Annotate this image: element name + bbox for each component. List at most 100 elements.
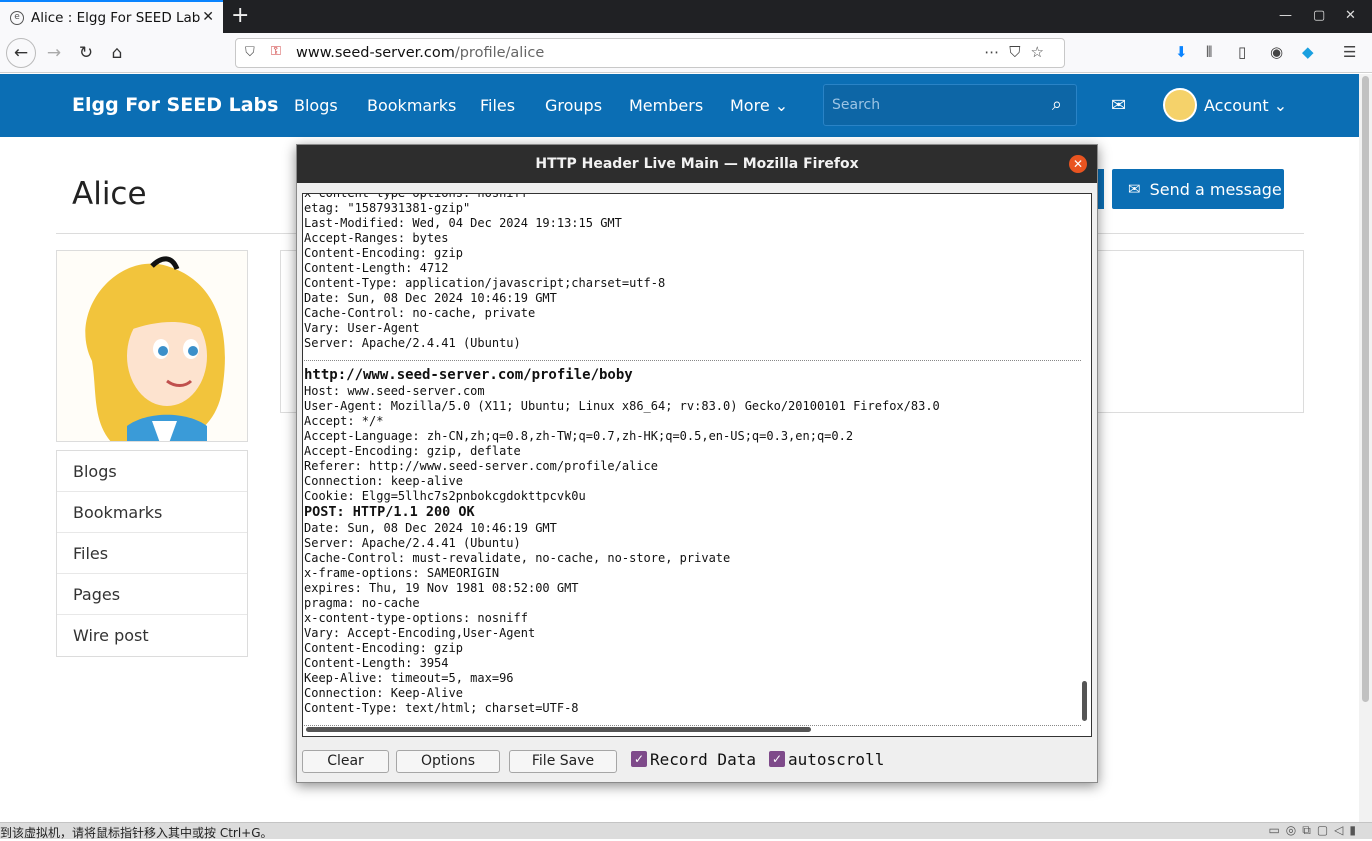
hamburger-menu-icon[interactable]: ☰ bbox=[1343, 43, 1356, 61]
menu-blogs[interactable]: Blogs bbox=[294, 96, 338, 115]
alice-avatar-image bbox=[57, 251, 247, 441]
response-header-line: x-frame-options: SAMEORIGIN bbox=[304, 566, 500, 580]
page-scrollbar-thumb[interactable] bbox=[1362, 76, 1369, 702]
vm-status-bar: 到该虚拟机，请将鼠标指针移入其中或按 Ctrl+G。 ▭◎⧉▢◁▮ bbox=[0, 822, 1372, 840]
response-header-line: Connection: Keep-Alive bbox=[304, 686, 463, 700]
close-window-icon[interactable]: ✕ bbox=[1345, 8, 1356, 23]
header-log-content: x-content-type-options: nosniff etag: "15… bbox=[303, 193, 1091, 731]
menu-files[interactable]: Files bbox=[480, 96, 515, 115]
page-actions[interactable]: ⋯⛉☆ bbox=[984, 43, 1054, 61]
extension-icon[interactable]: ◆ bbox=[1302, 43, 1314, 61]
search-input[interactable]: Search ⌕ bbox=[823, 84, 1077, 126]
response-header-line: Content-Encoding: gzip bbox=[304, 246, 463, 260]
response-status: POST: HTTP/1.1 200 OK bbox=[304, 504, 475, 520]
response-header-line: Keep-Alive: timeout=5, max=96 bbox=[304, 671, 514, 685]
side-menu-blogs[interactable]: Blogs bbox=[57, 451, 247, 492]
pocket-icon[interactable]: ⛉ bbox=[1009, 43, 1030, 61]
record-data-checkbox[interactable]: ✓ bbox=[631, 751, 647, 767]
home-button[interactable]: ⌂ bbox=[104, 40, 130, 66]
reload-button[interactable]: ↻ bbox=[73, 40, 99, 66]
tracking-protection-shield-icon[interactable]: ⛉ bbox=[245, 45, 255, 60]
profile-side-menu: Blogs Bookmarks Files Pages Wire post bbox=[56, 450, 248, 657]
maximize-window-icon[interactable]: ▢ bbox=[1313, 8, 1325, 23]
response-header-line: pragma: no-cache bbox=[304, 596, 420, 610]
back-button[interactable]: ← bbox=[6, 38, 36, 68]
tab-title: Alice : Elgg For SEED Labs bbox=[31, 9, 201, 26]
response-header-line: etag: "1587931381-gzip" bbox=[304, 201, 471, 215]
log-separator bbox=[304, 716, 1081, 726]
user-avatar[interactable] bbox=[1163, 88, 1197, 122]
response-header-line: Accept-Ranges: bytes bbox=[304, 231, 449, 245]
autoscroll-checkbox[interactable]: ✓ bbox=[769, 751, 785, 767]
response-header-line: Cache-Control: no-cache, private bbox=[304, 306, 536, 320]
account-icon[interactable]: ◉ bbox=[1270, 43, 1283, 61]
downloads-icon[interactable]: ⬇ bbox=[1175, 43, 1188, 61]
address-bar[interactable]: ⛉ ⚿ www.seed-server.com/profile/alice ⋯⛉… bbox=[235, 38, 1065, 68]
side-menu-bookmarks[interactable]: Bookmarks bbox=[57, 492, 247, 533]
response-header-line: Content-Type: application/javascript;cha… bbox=[304, 276, 666, 290]
clear-button[interactable]: Clear bbox=[302, 750, 389, 773]
side-menu-files[interactable]: Files bbox=[57, 533, 247, 574]
response-header-line: Server: Apache/2.4.41 (Ubuntu) bbox=[304, 536, 521, 550]
request-header-line: Connection: keep-alive bbox=[304, 474, 463, 488]
header-log-area[interactable]: x-content-type-options: nosniff etag: "15… bbox=[302, 193, 1092, 737]
log-vertical-scrollbar[interactable] bbox=[1082, 681, 1087, 721]
response-header-line: Date: Sun, 08 Dec 2024 10:46:19 GMT bbox=[304, 291, 557, 305]
response-header-line: expires: Thu, 19 Nov 1981 08:52:00 GMT bbox=[304, 581, 579, 595]
site-brand[interactable]: Elgg For SEED Labs bbox=[72, 94, 278, 116]
send-message-label: Send a message bbox=[1149, 179, 1282, 199]
vm-device-icons[interactable]: ▭◎⧉▢◁▮ bbox=[1268, 823, 1362, 838]
menu-groups[interactable]: Groups bbox=[545, 96, 602, 115]
tab-strip: e Alice : Elgg For SEED Labs ✕ + — ▢ ✕ bbox=[0, 0, 1372, 33]
search-icon[interactable]: ⌕ bbox=[1052, 94, 1062, 115]
popup-title: HTTP Header Live Main — Mozilla Firefox bbox=[297, 145, 1097, 183]
minimize-window-icon[interactable]: — bbox=[1279, 8, 1292, 23]
log-horizontal-scrollbar[interactable] bbox=[306, 727, 811, 732]
bookmark-star-icon[interactable]: ☆ bbox=[1031, 43, 1054, 61]
search-placeholder: Search bbox=[832, 97, 881, 113]
page-title: Alice bbox=[72, 176, 147, 212]
forward-button[interactable]: → bbox=[41, 40, 67, 66]
autoscroll-label: autoscroll bbox=[788, 750, 885, 769]
sidebar-toggle-icon[interactable]: ▯ bbox=[1238, 43, 1246, 61]
request-header-line: Accept-Language: zh-CN,zh;q=0.8,zh-TW;q=… bbox=[304, 429, 854, 443]
navigation-toolbar: ← → ↻ ⌂ ⛉ ⚿ www.seed-server.com/profile/… bbox=[0, 33, 1372, 73]
library-icon[interactable]: ⫴ bbox=[1206, 43, 1212, 61]
url-path: /profile/alice bbox=[454, 45, 545, 61]
browser-tab[interactable]: e Alice : Elgg For SEED Labs ✕ bbox=[0, 0, 223, 33]
url-host: www.seed-server.com bbox=[296, 45, 455, 61]
file-save-button[interactable]: File Save bbox=[509, 750, 617, 773]
vm-status-text: 到该虚拟机，请将鼠标指针移入其中或按 Ctrl+G。 bbox=[0, 826, 273, 840]
request-header-line: Accept-Encoding: gzip, deflate bbox=[304, 444, 521, 458]
new-tab-icon[interactable]: + bbox=[231, 3, 249, 28]
menu-more[interactable]: More ⌄ bbox=[730, 96, 788, 115]
account-menu[interactable]: Account ⌄ bbox=[1204, 96, 1287, 115]
response-header-line: Server: Apache/2.4.41 (Ubuntu) bbox=[304, 336, 521, 350]
record-data-label: Record Data bbox=[650, 750, 756, 769]
messages-envelope-icon[interactable]: ✉ bbox=[1111, 95, 1126, 116]
close-tab-icon[interactable]: ✕ bbox=[202, 9, 214, 25]
envelope-icon: ✉ bbox=[1128, 180, 1141, 198]
page-actions-menu-icon[interactable]: ⋯ bbox=[984, 43, 1009, 61]
profile-photo[interactable] bbox=[56, 250, 248, 442]
url-text[interactable]: www.seed-server.com/profile/alice bbox=[296, 45, 544, 61]
response-header-line: Content-Length: 4712 bbox=[304, 261, 449, 275]
send-message-button[interactable]: ✉ Send a message bbox=[1112, 169, 1284, 209]
response-header-line: Content-Length: 3954 bbox=[304, 656, 449, 670]
request-header-line: Accept: */* bbox=[304, 414, 384, 428]
log-separator bbox=[304, 351, 1081, 361]
menu-bookmarks[interactable]: Bookmarks bbox=[367, 96, 456, 115]
elgg-topbar: Elgg For SEED Labs Blogs Bookmarks Files… bbox=[0, 74, 1359, 137]
popup-close-icon[interactable]: ✕ bbox=[1069, 155, 1087, 173]
response-header-line: Last-Modified: Wed, 04 Dec 2024 19:13:15… bbox=[304, 216, 622, 230]
options-button[interactable]: Options bbox=[396, 750, 500, 773]
request-header-line: Host: www.seed-server.com bbox=[304, 384, 485, 398]
insecure-connection-icon[interactable]: ⚿ bbox=[271, 44, 281, 59]
side-menu-pages[interactable]: Pages bbox=[57, 574, 247, 615]
response-header-line: x-content-type-options: nosniff bbox=[304, 193, 528, 200]
request-header-line: Referer: http://www.seed-server.com/prof… bbox=[304, 459, 659, 473]
response-header-line: Cache-Control: must-revalidate, no-cache… bbox=[304, 551, 731, 565]
side-menu-wire-post[interactable]: Wire post bbox=[57, 615, 247, 656]
menu-members[interactable]: Members bbox=[629, 96, 703, 115]
page-scrollbar[interactable] bbox=[1359, 74, 1372, 822]
